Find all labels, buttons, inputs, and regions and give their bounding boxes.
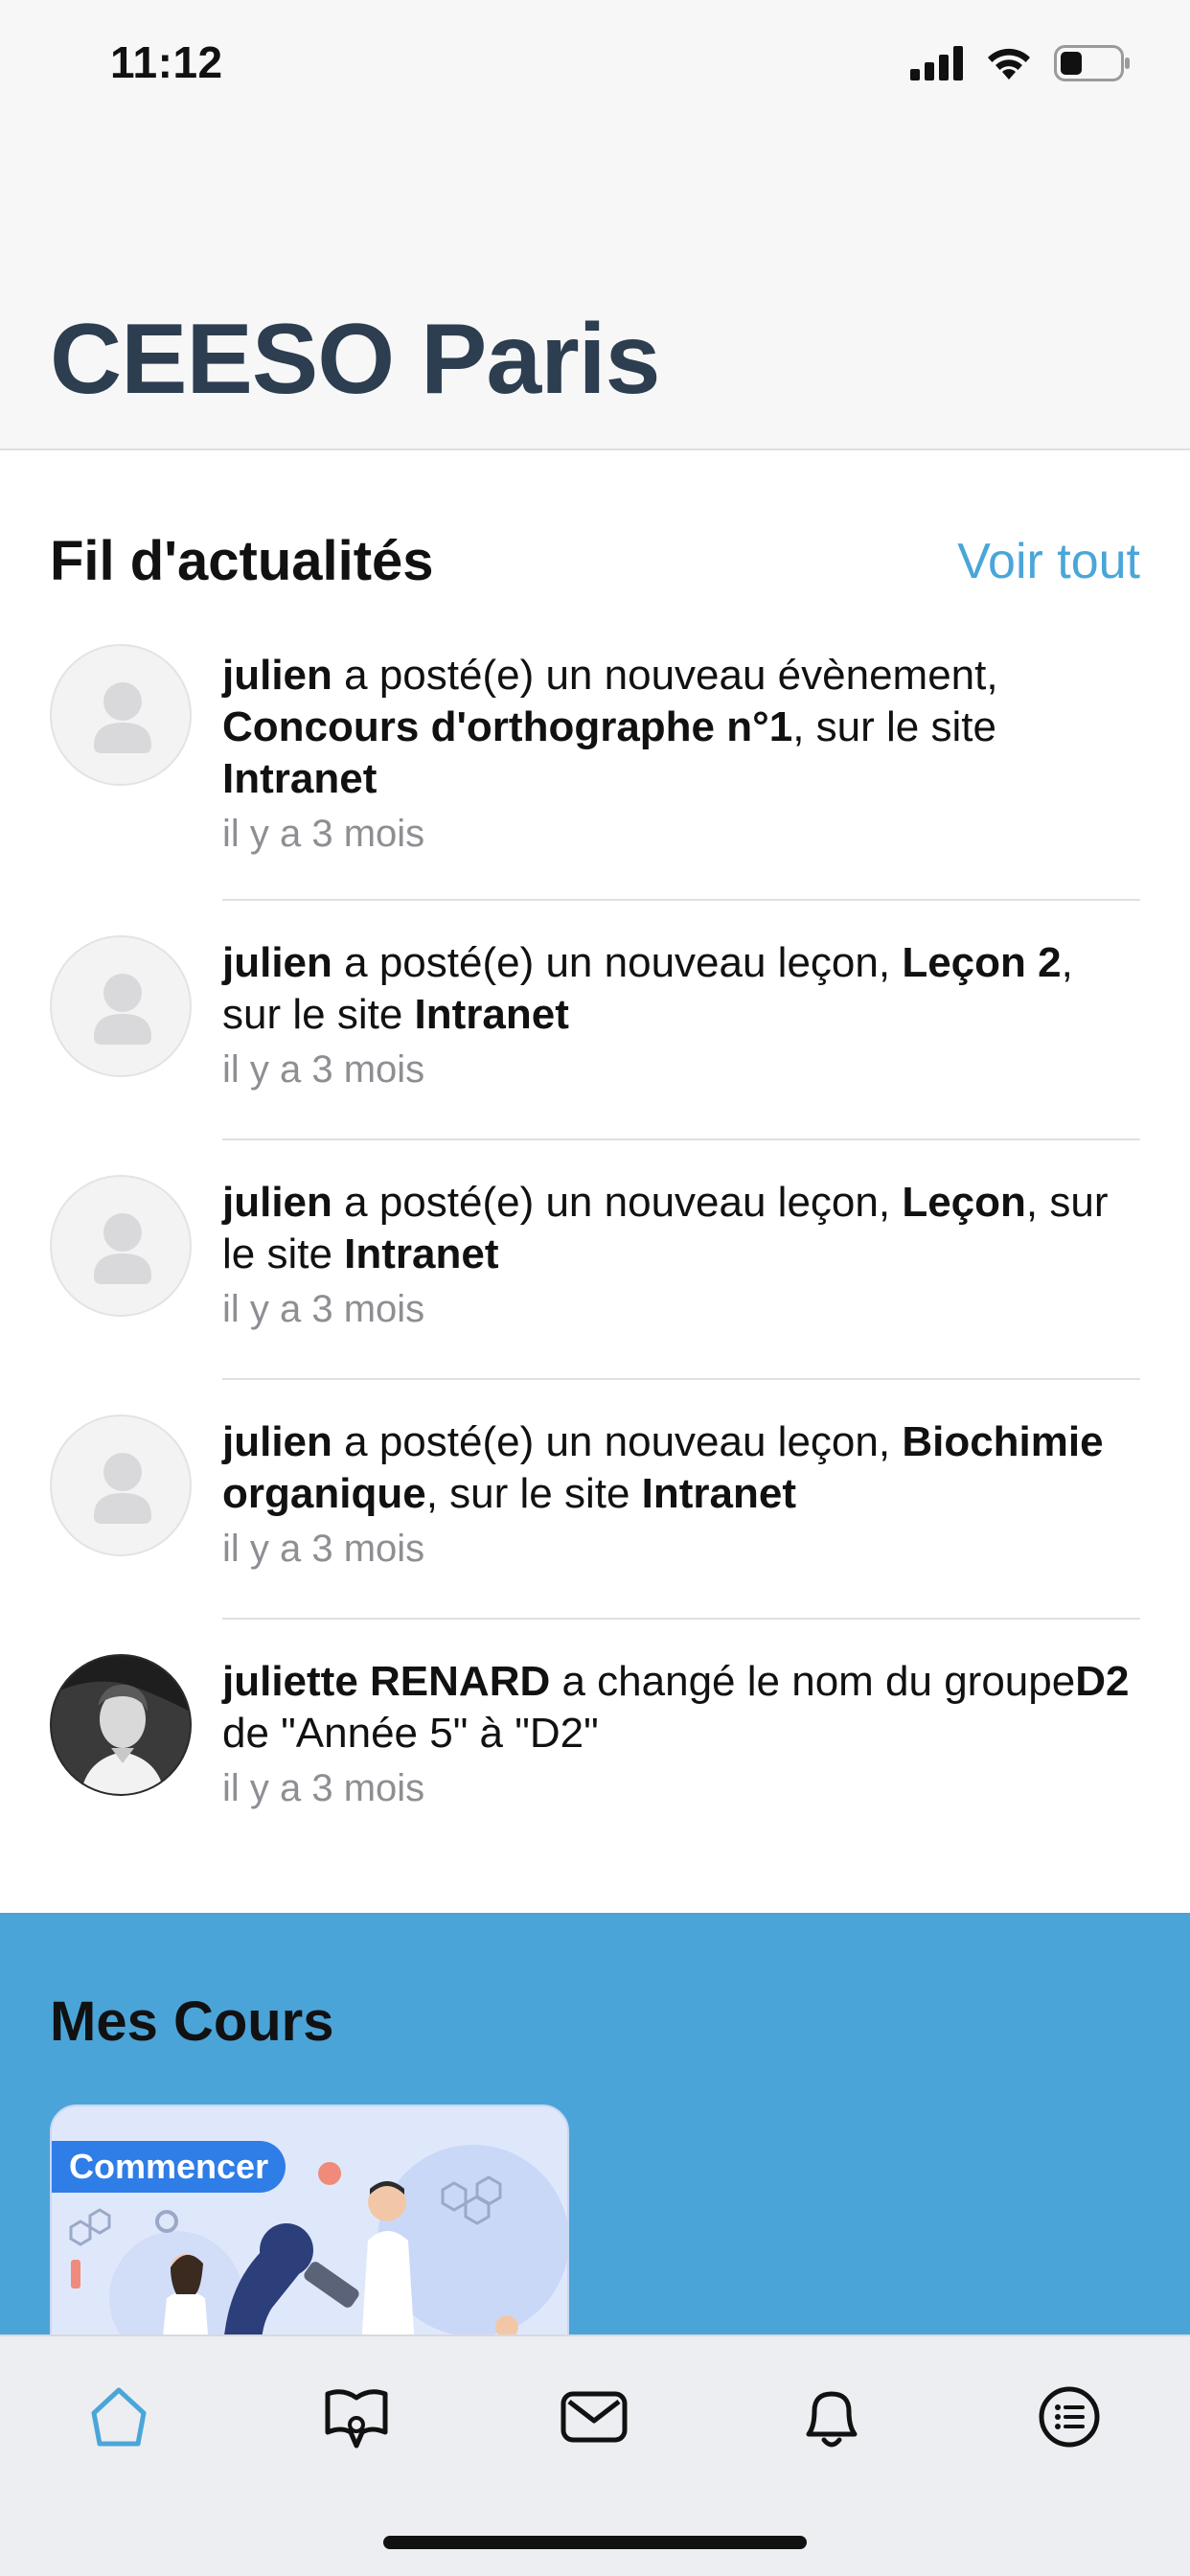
feed-user[interactable]: julien [222, 1179, 332, 1226]
divider [222, 1618, 1140, 1620]
wifi-icon [988, 48, 1030, 80]
feed-site: Intranet [641, 1470, 797, 1517]
feed-object[interactable]: Concours d'orthographe n°1 [222, 703, 792, 750]
book-icon [325, 2389, 388, 2449]
feed-site: Intranet [222, 755, 378, 802]
feed-item-text: julien a posté(e) un nouveau leçon, Leço… [222, 939, 1073, 1038]
person-photo-icon [52, 1656, 190, 1794]
battery-icon [1054, 45, 1130, 81]
divider [222, 1138, 1140, 1140]
feed-object[interactable]: Leçon 2 [902, 939, 1061, 986]
feed-site: Intranet [344, 1230, 499, 1277]
status-icons [910, 42, 1131, 84]
feed-time: il y a 3 mois [222, 1048, 425, 1091]
user-icon [94, 974, 151, 1045]
start-badge: Commencer [52, 2141, 286, 2193]
home-indicator[interactable] [383, 2536, 807, 2549]
avatar-placeholder [50, 644, 192, 786]
tab-menu[interactable] [1023, 2371, 1115, 2463]
feed-item-text: julien a posté(e) un nouveau évènement, … [222, 652, 998, 802]
feed-item-text: juliette RENARD a changé le nom du group… [222, 1658, 1130, 1757]
divider [222, 899, 1140, 901]
user-icon [94, 1453, 151, 1524]
feed-object[interactable]: Leçon [902, 1179, 1026, 1226]
avatar-placeholder [50, 1175, 192, 1317]
my-courses-section: Mes Cours Commencer [0, 1913, 1190, 2334]
tab-courses[interactable] [310, 2371, 402, 2463]
mail-icon [561, 2391, 628, 2443]
feed-site: Intranet [414, 991, 569, 1038]
feed-user[interactable]: juliette RENARD [222, 1658, 550, 1705]
tab-home[interactable] [73, 2371, 165, 2463]
user-icon [94, 1213, 151, 1284]
course-card[interactable]: Commencer [50, 2104, 569, 2334]
feed-time: il y a 3 mois [222, 1528, 425, 1570]
tab-notifications[interactable] [786, 2371, 878, 2463]
bell-icon [806, 2391, 858, 2448]
see-all-link[interactable]: Voir tout [957, 533, 1140, 590]
feed-user[interactable]: julien [222, 1418, 332, 1465]
news-feed-title: Fil d'actualités [50, 530, 434, 592]
feed-user[interactable]: julien [222, 652, 332, 699]
feed-time: il y a 3 mois [222, 813, 425, 855]
feed-user[interactable]: julien [222, 939, 332, 986]
feed-time: il y a 3 mois [222, 1767, 425, 1809]
feed-time: il y a 3 mois [222, 1288, 425, 1330]
page-title: CEESO Paris [50, 304, 660, 415]
my-courses-title: Mes Cours [50, 1990, 334, 2053]
status-time: 11:12 [110, 37, 223, 87]
list-menu-icon [1039, 2386, 1100, 2448]
avatar-placeholder [50, 1414, 192, 1556]
feed-object[interactable]: D2 [1075, 1658, 1129, 1705]
avatar-placeholder [50, 935, 192, 1077]
divider [222, 1378, 1140, 1380]
feed-item-text: julien a posté(e) un nouveau leçon, Bioc… [222, 1418, 1104, 1517]
avatar-photo [50, 1654, 192, 1796]
signal-icon [910, 46, 963, 80]
navigation-header: 11:12 CEESO Paris [0, 0, 1190, 450]
user-icon [94, 682, 151, 753]
home-icon [91, 2387, 147, 2447]
feed-item-text: julien a posté(e) un nouveau leçon, Leço… [222, 1179, 1109, 1277]
tab-messages[interactable] [548, 2371, 640, 2463]
